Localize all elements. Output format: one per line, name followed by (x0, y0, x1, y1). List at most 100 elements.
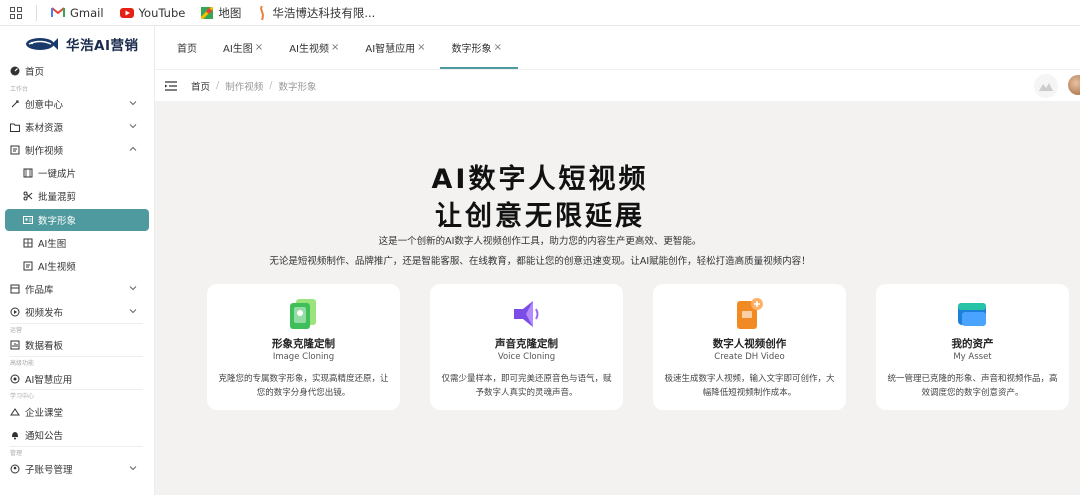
card-title: 我的资产 (951, 338, 994, 350)
apps-grid-icon[interactable] (10, 6, 22, 19)
sidebar-item-label: 视频发布 (25, 308, 64, 319)
tab-ai-apps[interactable]: AI智慧应用 × (365, 26, 425, 69)
section-label-ops: 运营 (10, 327, 23, 334)
sidebar-item-classroom[interactable]: 企业课堂 (5, 401, 149, 423)
app-logo-button[interactable] (1034, 74, 1058, 98)
sidebar-item-label: 首页 (25, 67, 45, 78)
bookmark-label: 华浩博达科技有限... (272, 5, 376, 20)
voice-clone-icon (514, 301, 539, 327)
card-description: 统一管理已克隆的形象、声音和视频作品，高效调度您的数字创意资产。 (887, 374, 1058, 398)
breadcrumb-current: 数字形象 (278, 81, 317, 93)
bookmark-gmail[interactable]: Gmail (51, 6, 104, 20)
card-subtitle: Image Cloning (272, 352, 335, 362)
video-doc-icon (10, 145, 20, 155)
sidebar-item-creative-center[interactable]: 创意中心 (5, 93, 149, 115)
user-circle-icon (10, 464, 20, 474)
send-icon (10, 307, 20, 317)
card-title: 声音克隆定制 (495, 338, 558, 350)
sidebar-item-ai-image[interactable]: AI生图 (5, 232, 149, 254)
video-create-icon (737, 298, 763, 329)
card-title: 形象克隆定制 (272, 338, 335, 350)
chevron-down-icon (129, 121, 137, 132)
bookmark-youtube[interactable]: YouTube (119, 6, 185, 20)
sidebar-item-label: 作品库 (25, 285, 54, 296)
sidebar-item-home[interactable]: 首页 (5, 60, 149, 82)
chevron-down-icon (129, 463, 137, 474)
classroom-icon (10, 407, 20, 417)
sidebar-item-one-click[interactable]: 一键成片 (5, 162, 149, 184)
dashboard-icon (10, 66, 20, 76)
hero-description-1: 这是一个创新的AI数字人视频创作工具，助力您的内容生产更高效、更智能。 (378, 236, 702, 247)
image-icon (23, 238, 33, 248)
sidebar: 华浩AI营销 首页 工作台 创意中心 素材资源 制作视频 一键成片 批量混剪 数… (0, 26, 155, 495)
sidebar-item-data-board[interactable]: 数据看板 (5, 334, 149, 356)
brand-fish-icon (26, 38, 58, 50)
sidebar-item-video-publish[interactable]: 视频发布 (5, 301, 149, 323)
section-divider (10, 356, 143, 357)
card-my-asset[interactable]: 我的资产 My Asset 统一管理已克隆的形象、声音和视频作品，高效调度您的数… (876, 284, 1069, 410)
close-icon[interactable]: × (255, 42, 263, 53)
breadcrumb-separator: / (216, 80, 220, 91)
tab-ai-video[interactable]: AI生视频 × (289, 26, 339, 69)
hero-description-2: 无论是短视频制作、品牌推广，还是智能客服、在线教育，都能让您的创意迅速变现。让A… (269, 256, 811, 267)
sidebar-item-label: 通知公告 (25, 431, 64, 442)
chevron-down-icon (129, 98, 137, 109)
sidebar-item-digital-avatar[interactable]: 数字形象 (5, 209, 149, 231)
tab-digital-avatar[interactable]: 数字形象 × (439, 26, 519, 69)
close-icon[interactable]: × (494, 42, 502, 53)
card-image-cloning[interactable]: 形象克隆定制 Image Cloning 克隆您的专属数字形象，实现高精度还原，… (207, 284, 400, 410)
breadcrumb-home[interactable]: 首页 (191, 79, 210, 93)
sidebar-item-works[interactable]: 作品库 (5, 278, 149, 300)
bookmarks-divider (36, 4, 37, 21)
sidebar-item-make-video[interactable]: 制作视频 (5, 139, 149, 161)
brand-logo[interactable]: 华浩AI营销 (0, 26, 154, 62)
brand-name: 华浩AI营销 (66, 38, 139, 54)
card-voice-cloning[interactable]: 声音克隆定制 Voice Cloning 仅需少量样本，即可完美还原音色与语气，… (430, 284, 623, 410)
youtube-icon (119, 7, 134, 18)
breadcrumb-bar: 首页 / 制作视频 / 数字形象 (155, 69, 1080, 101)
page-tabs: 首页 AI生图 × AI生视频 × AI智慧应用 × 数字形象 × (155, 26, 1080, 69)
breadcrumb-separator: / (269, 80, 273, 91)
sidebar-item-label: AI生图 (38, 239, 67, 250)
sparkle-icon (10, 99, 20, 109)
maps-icon (201, 6, 214, 19)
tab-label: AI生视频 (289, 44, 329, 55)
library-icon (10, 284, 20, 294)
chart-board-icon (10, 340, 20, 350)
sidebar-item-label: 企业课堂 (25, 408, 64, 419)
sidebar-item-label: 创意中心 (25, 100, 64, 111)
sidebar-item-notices[interactable]: 通知公告 (5, 424, 149, 446)
breadcrumb-level1[interactable]: 制作视频 (225, 79, 263, 93)
sidebar-item-materials[interactable]: 素材资源 (5, 116, 149, 138)
mountain-logo-icon (1039, 82, 1053, 91)
card-subtitle: My Asset (953, 352, 992, 362)
tab-label: 首页 (177, 44, 197, 55)
card-description: 克隆您的专属数字形象，实现高精度还原，让您的数字分身代您出镜。 (218, 374, 389, 398)
sidebar-item-label: 数字形象 (38, 216, 77, 227)
scissors-icon (23, 191, 33, 201)
section-label-manage: 管理 (10, 450, 23, 457)
chevron-down-icon (129, 306, 137, 317)
sidebar-item-sub-accounts[interactable]: 子账号管理 (5, 458, 149, 480)
close-icon[interactable]: × (331, 42, 339, 53)
chevron-down-icon (129, 283, 137, 294)
bookmark-site[interactable]: 华浩博达科技有限... (257, 5, 375, 21)
tab-label: AI智慧应用 (365, 44, 416, 55)
tab-ai-image[interactable]: AI生图 × (223, 26, 263, 69)
close-icon[interactable]: × (417, 42, 425, 53)
bookmark-label: 地图 (218, 5, 242, 20)
sidebar-item-ai-video[interactable]: AI生视频 (5, 255, 149, 277)
section-divider (10, 446, 143, 447)
menu-collapse-icon[interactable] (165, 80, 177, 91)
card-create-dh-video[interactable]: 数字人视频创作 Create DH Video 极速生成数字人视频，输入文字即可… (653, 284, 846, 410)
sidebar-item-ai-apps[interactable]: AI智慧应用 (5, 368, 149, 390)
sidebar-item-batch-mix[interactable]: 批量混剪 (5, 185, 149, 207)
tab-home[interactable]: 首页 (177, 26, 197, 69)
user-avatar[interactable] (1068, 75, 1080, 95)
section-label-advanced: 高级功能 (10, 360, 35, 367)
section-divider (10, 323, 143, 324)
bookmark-maps[interactable]: 地图 (201, 5, 241, 21)
site-icon (257, 5, 267, 20)
bookmark-label: Gmail (70, 5, 104, 20)
hero-title-line1: AI数字人短视频 (431, 164, 649, 195)
